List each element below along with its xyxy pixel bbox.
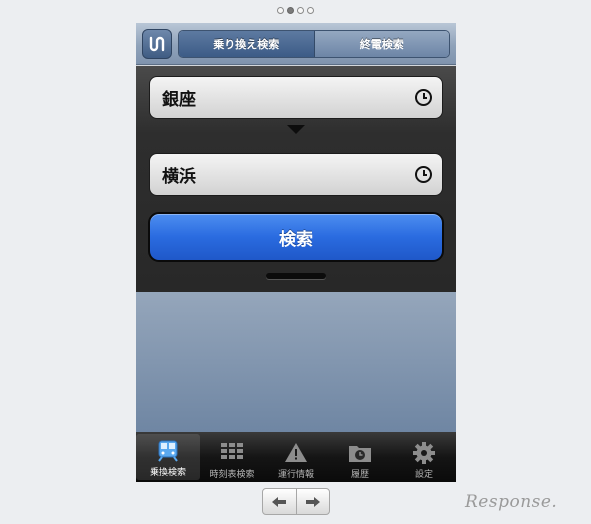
response-logo: Response. — [465, 490, 583, 514]
app-logo-button[interactable] — [142, 29, 172, 59]
route-logo-icon — [149, 36, 165, 52]
tab-timetable-search[interactable]: 時刻表検索 — [200, 432, 264, 482]
arrow-left-icon — [272, 496, 287, 507]
brand-text: Response. — [465, 492, 558, 512]
search-button[interactable]: 検索 — [148, 212, 444, 262]
page-dot[interactable] — [307, 7, 314, 14]
previous-button[interactable] — [263, 489, 297, 514]
clock-icon[interactable] — [415, 166, 432, 183]
search-panel: 銀座 横浜 検索 — [136, 66, 456, 292]
departure-station-text: 銀座 — [162, 90, 196, 110]
direction-arrow-icon — [287, 125, 305, 134]
next-button[interactable] — [297, 489, 330, 514]
tab-label: 設定 — [414, 470, 433, 480]
segment-last-train-search[interactable]: 終電検索 — [314, 31, 449, 57]
search-mode-segmented-control: 乗り換え検索 終電検索 — [178, 30, 450, 58]
tab-transfer-search[interactable]: 乗換検索 — [136, 434, 200, 480]
clock-icon[interactable] — [415, 89, 432, 106]
tab-history[interactable]: 履歴 — [328, 432, 392, 482]
timetable-grid-icon — [221, 443, 243, 459]
results-area — [136, 292, 456, 432]
tab-label: 運行情報 — [277, 470, 314, 480]
tab-label: 時刻表検索 — [209, 470, 255, 480]
navigation-bar: 乗り換え検索 終電検索 — [136, 23, 456, 65]
page-dot[interactable] — [297, 7, 304, 14]
tab-label: 履歴 — [350, 470, 369, 480]
arrival-station-text: 横浜 — [162, 167, 196, 187]
train-icon — [158, 440, 178, 462]
tab-label: 乗換検索 — [149, 468, 186, 478]
warning-icon — [285, 443, 307, 462]
departure-station-field[interactable]: 銀座 — [149, 76, 443, 119]
screenshot-navigation — [262, 488, 330, 515]
page-indicator — [0, 7, 591, 14]
segment-transfer-search[interactable]: 乗り換え検索 — [179, 31, 315, 57]
page-dot[interactable] — [277, 7, 284, 14]
gear-icon — [413, 442, 435, 464]
page-dot-current[interactable] — [287, 7, 294, 14]
panel-drag-handle[interactable] — [266, 273, 326, 279]
tab-settings[interactable]: 設定 — [392, 432, 456, 482]
phone-screen: 乗り換え検索 終電検索 銀座 横浜 検索 乗換検索 時刻表検索 運行情報 履歴 … — [136, 23, 456, 482]
arrow-right-icon — [305, 496, 320, 507]
tab-bar: 乗換検索 時刻表検索 運行情報 履歴 設定 — [136, 432, 456, 482]
history-folder-icon — [349, 446, 371, 462]
arrival-station-field[interactable]: 横浜 — [149, 153, 443, 196]
tab-service-info[interactable]: 運行情報 — [264, 432, 328, 482]
